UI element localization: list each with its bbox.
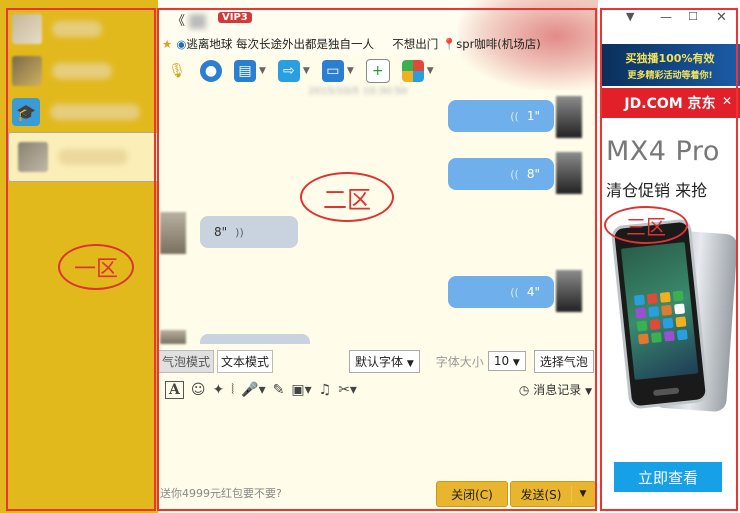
contact-item-selected[interactable] (8, 132, 160, 182)
monitor-icon: ▤ (234, 60, 256, 82)
voice-wave-icon: (( (510, 109, 519, 123)
chat-header: 《 VIP3 ★ ◉逃离地球 每次长途外出都是独自一人 不想出门 📍spr咖啡(机… (158, 0, 598, 90)
avatar (556, 96, 582, 138)
clock-icon: ◷ (518, 383, 530, 397)
screen-share-button[interactable]: ▤ ▼ (234, 60, 266, 82)
close-button[interactable]: 关闭(C) (436, 481, 508, 507)
signature-icon: ◉ (176, 37, 187, 51)
magic-wand-icon[interactable]: ✦ (212, 382, 224, 398)
avatar (556, 270, 582, 312)
shake-icon[interactable]: ⦚ (231, 382, 234, 398)
message-history-button[interactable]: ◷ 消息记录 ▼ (519, 381, 592, 398)
apps-grid-icon (401, 60, 424, 82)
chevron-down-icon: ▼ (426, 66, 434, 76)
chevron-down-icon: ▼ (346, 66, 354, 76)
scissors-icon[interactable]: ✂▾ (338, 382, 357, 398)
zone1-annotation: 一区 (58, 244, 134, 290)
minimize-icon[interactable]: — (660, 10, 672, 24)
music-icon[interactable]: ♫ (319, 382, 332, 398)
image-icon[interactable]: ▣▾ (291, 382, 311, 398)
chat-toolbar: 🎙 ● ▤ ▼ ⇨ ▼ ▭ ▼ + ▼ (158, 56, 598, 86)
choose-bubble-button[interactable]: 选择气泡 (533, 349, 594, 373)
file-transfer-button[interactable]: ⇨ ▼ (277, 60, 310, 82)
new-discussion-button[interactable]: + (365, 59, 390, 83)
voice-wave-icon: (( (510, 285, 519, 299)
remote-desktop-button[interactable]: ▭ ▼ (321, 60, 354, 82)
font-style-icon[interactable]: A (165, 381, 184, 399)
chevron-down-icon: ▼ (512, 358, 520, 368)
graduation-cap-icon: 🎓 (12, 98, 40, 126)
voice-message-icon[interactable]: 🎤▾ (241, 382, 265, 398)
tab-bubble-mode[interactable]: 气泡模式 (158, 349, 215, 373)
timestamp-blurred: 2015/10/5 10:30:50 (308, 86, 408, 97)
voice-message-bubble[interactable]: 8")) (200, 216, 298, 248)
camera-icon: ● (200, 60, 222, 82)
avatar (12, 56, 42, 86)
zone2-annotation: 二区 (300, 172, 394, 222)
font-size-select[interactable]: 10 ▼ (487, 351, 526, 371)
star-icon: ★ (162, 37, 173, 51)
microphone-icon: 🎙 (168, 63, 186, 79)
voice-message-bubble-partial[interactable] (200, 334, 310, 344)
contact-list-panel: 🎓 一区 (0, 0, 160, 513)
avatar (160, 212, 186, 254)
font-size-label: 字体大小 (435, 354, 484, 369)
chevron-down-icon[interactable]: ▼ (572, 489, 594, 499)
avatar (556, 152, 582, 194)
voice-message-bubble[interactable]: ((4" (448, 276, 554, 308)
input-hint[interactable]: 送你4999元红包要不要? (160, 485, 282, 501)
font-family-select[interactable]: 默认字体 ▼ (349, 349, 420, 373)
close-icon[interactable]: ✕ (722, 94, 732, 108)
chevron-down-icon: ▼ (406, 358, 414, 369)
ad-model-name: MX4 Pro (606, 136, 720, 167)
folder-icon: ⇨ (277, 60, 300, 82)
jd-brand-bar[interactable]: JD.COM 京东 (600, 88, 740, 118)
contact-item[interactable]: 🎓 (12, 98, 140, 126)
location-pin-icon: 📍 (441, 37, 457, 51)
status-line: ★ ◉逃离地球 每次长途外出都是独自一人 不想出门 📍spr咖啡(机场店) (162, 37, 541, 51)
contact-item[interactable] (12, 14, 102, 44)
remote-screen-icon: ▭ (321, 60, 344, 82)
voice-message-bubble[interactable]: ((8" (448, 158, 554, 190)
voice-wave-icon: (( (510, 167, 519, 181)
send-button[interactable]: 发送(S) ▼ (510, 481, 596, 507)
location-text: spr咖啡(机场店) (456, 37, 541, 51)
maximize-icon[interactable]: ☐ (688, 10, 698, 23)
chat-window: 《 VIP3 ★ ◉逃离地球 每次长途外出都是独自一人 不想出门 📍spr咖啡(机… (158, 0, 598, 513)
contact-name-blurred: 《 (172, 10, 206, 29)
chevron-down-icon: ▼ (585, 387, 592, 397)
close-icon[interactable]: ✕ (716, 10, 727, 25)
chat-plus-icon: + (365, 59, 390, 83)
view-now-button[interactable]: 立即查看 (614, 462, 722, 492)
zone3-annotation: 三区 (604, 206, 688, 244)
avatar (160, 330, 186, 344)
tab-text-mode[interactable]: 文本模式 (217, 349, 274, 373)
chevron-down-icon: ▼ (259, 66, 266, 76)
promo-banner[interactable]: 买独播100%有效 更多精彩活动等着你! (600, 44, 740, 86)
menu-icon[interactable]: ▼ (626, 10, 634, 23)
ad-panel: ▼ — ☐ ✕ 买独播100%有效 更多精彩活动等着你! JD.COM 京东 ✕… (598, 0, 740, 513)
mode-bar: 气泡模式 文本模式 默认字体 ▼ 字体大小 10 ▼ 选择气泡 (158, 348, 598, 374)
video-call-button[interactable]: ● (200, 60, 222, 82)
edit-icon[interactable]: ✎ (273, 382, 285, 398)
ad-tagline: 清仓促销 来抢 (606, 181, 708, 200)
contact-item[interactable] (12, 56, 112, 86)
voice-wave-icon: )) (235, 225, 244, 239)
vip-badge: VIP3 (218, 12, 252, 23)
avatar (12, 14, 42, 44)
chevron-down-icon: ▼ (302, 66, 310, 76)
voice-message-bubble[interactable]: ((1" (448, 100, 554, 132)
voice-call-button[interactable]: 🎙 (166, 60, 188, 82)
apps-button[interactable]: ▼ (401, 60, 434, 82)
avatar (18, 142, 48, 172)
emoji-icon[interactable]: ☺ (191, 382, 206, 398)
